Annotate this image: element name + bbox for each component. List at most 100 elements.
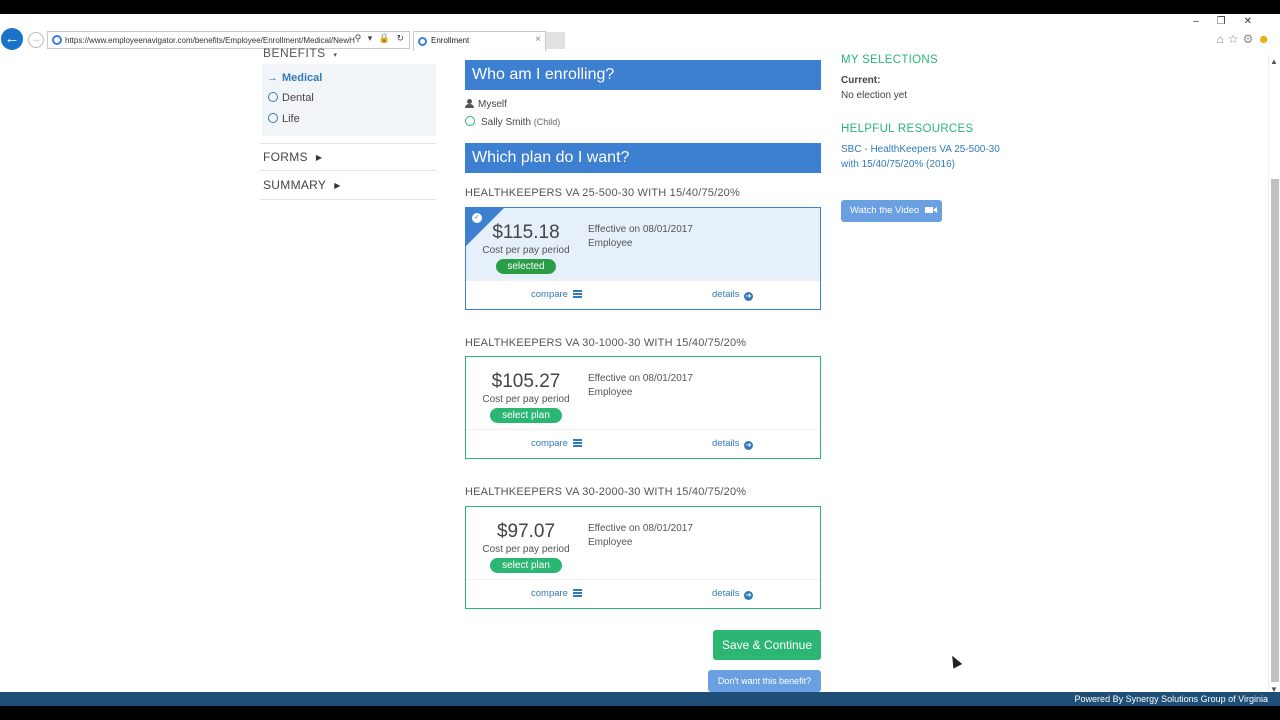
arrow-circle-right-icon: ➜ xyxy=(744,441,754,450)
watch-video-label: Watch the Video xyxy=(850,205,920,216)
circle-icon xyxy=(267,113,278,125)
caret-right-icon: ▶ xyxy=(315,153,323,162)
tab-favicon-icon xyxy=(418,37,427,46)
coverage-level: Employee xyxy=(588,238,633,249)
plan-card[interactable]: ✓ $115.18 Cost per pay period selected E… xyxy=(465,207,821,310)
details-label: details xyxy=(712,588,740,599)
plan-price: $115.18 xyxy=(492,222,560,243)
address-bar-icons[interactable]: ⚲ ▾ 🔒 ↻ xyxy=(355,33,406,44)
tab-close-icon[interactable]: × xyxy=(535,34,541,45)
dependent-option[interactable]: Sally Smith (Child) xyxy=(465,116,560,128)
browser-tab-enrollment[interactable]: Enrollment × xyxy=(413,31,546,51)
sidebar-item-label: Life xyxy=(282,113,300,125)
new-tab-button[interactable] xyxy=(546,32,565,49)
home-icon[interactable]: ⌂ xyxy=(1217,32,1228,46)
cost-period-label: Cost per pay period xyxy=(482,394,570,405)
plan-effective: Effective on 08/01/2017 Employee xyxy=(588,372,693,400)
settings-gear-icon[interactable]: ⚙ xyxy=(1243,32,1258,46)
sidebar-item-dental[interactable]: Dental xyxy=(267,92,314,104)
compare-link[interactable]: compare xyxy=(531,438,582,449)
plans-heading: Which plan do I want? xyxy=(465,143,821,173)
video-camera-icon xyxy=(925,207,938,213)
compare-link[interactable]: compare xyxy=(531,588,582,599)
myself-label: Myself xyxy=(478,99,507,110)
compare-label: compare xyxy=(531,438,568,449)
screen: ← → https://www.employeenavigator.com/be… xyxy=(0,14,1280,706)
arrow-circle-right-icon: ➜ xyxy=(744,591,754,600)
selected-badge[interactable]: selected xyxy=(496,259,556,274)
sidebar-item-forms[interactable]: FORMS ▶ xyxy=(263,150,322,164)
compare-link[interactable]: compare xyxy=(531,289,582,300)
sbc-document-link[interactable]: SBC - HealthKeepers VA 25-500-30 with 15… xyxy=(841,142,1011,172)
benefits-menu: → Medical Dental Life xyxy=(262,64,436,136)
back-arrow-icon[interactable]: ← xyxy=(1,28,23,50)
compare-label: compare xyxy=(531,289,568,300)
plan-name: HEALTHKEEPERS VA 25-500-30 WITH 15/40/75… xyxy=(465,187,740,199)
sidebar-item-summary[interactable]: SUMMARY ▶ xyxy=(263,178,341,192)
sidebar-item-medical[interactable]: → Medical xyxy=(267,72,322,84)
save-continue-button[interactable]: Save & Continue xyxy=(713,630,821,660)
helpful-resources-heading: HELPFUL RESOURCES xyxy=(841,123,974,135)
circle-icon xyxy=(267,92,278,104)
favorites-star-icon[interactable]: ☆ xyxy=(1228,32,1243,46)
window-close-icon[interactable]: ✕ xyxy=(1244,16,1270,27)
sidebar-item-label: Medical xyxy=(282,72,323,84)
restore-icon[interactable]: ❐ xyxy=(1217,16,1244,27)
person-icon xyxy=(465,99,474,108)
browser-chrome: ← → https://www.employeenavigator.com/be… xyxy=(0,14,1280,52)
watch-video-button[interactable]: Watch the Video xyxy=(841,200,942,222)
feedback-smiley-icon[interactable]: ☻ xyxy=(1257,32,1274,46)
coverage-level: Employee xyxy=(588,387,633,398)
forward-arrow-icon[interactable]: → xyxy=(28,32,44,48)
enrollee-myself: Myself xyxy=(465,99,507,110)
cost-period-label: Cost per pay period xyxy=(482,245,570,256)
details-label: details xyxy=(712,289,740,300)
mouse-cursor-icon xyxy=(947,653,963,669)
select-plan-button[interactable]: select plan xyxy=(490,558,562,573)
plan-price: $97.07 xyxy=(496,521,556,542)
compare-label: compare xyxy=(531,588,568,599)
effective-date: Effective on 08/01/2017 xyxy=(588,523,693,534)
browser-toolbar-icons: ⌂☆⚙☻ xyxy=(1217,32,1274,46)
cost-period-label: Cost per pay period xyxy=(482,544,570,555)
divider xyxy=(466,429,820,430)
arrow-circle-right-icon: ➜ xyxy=(744,292,754,301)
window-controls[interactable]: –❐✕ xyxy=(1193,16,1270,27)
details-link[interactable]: details ➜ xyxy=(712,438,754,450)
caret-down-icon: ▾ xyxy=(333,52,338,59)
benefits-section-label[interactable]: BENEFITS ▾ xyxy=(263,46,338,60)
minimize-icon[interactable]: – xyxy=(1193,16,1217,27)
decline-benefit-button[interactable]: Don't want this benefit? xyxy=(708,670,821,692)
tab-title: Enrollment xyxy=(431,36,470,45)
plan-price: $105.27 xyxy=(491,371,561,392)
divider xyxy=(260,199,436,200)
plan-effective: Effective on 08/01/2017 Employee xyxy=(588,223,693,251)
who-heading: Who am I enrolling? xyxy=(465,60,821,90)
footer: Powered By Synergy Solutions Group of Vi… xyxy=(0,692,1280,706)
radio-circle-icon[interactable] xyxy=(465,116,475,126)
address-bar[interactable]: https://www.employeenavigator.com/benefi… xyxy=(47,31,410,49)
plan-name: HEALTHKEEPERS VA 30-2000-30 WITH 15/40/7… xyxy=(465,486,747,498)
benefits-label: BENEFITS xyxy=(263,46,326,60)
vertical-scrollbar[interactable]: ▲ ▼ xyxy=(1268,54,1280,694)
divider xyxy=(466,280,820,281)
scrollbar-thumb[interactable] xyxy=(1271,179,1279,682)
coverage-level: Employee xyxy=(588,537,633,548)
scroll-up-icon[interactable]: ▲ xyxy=(1270,57,1278,66)
summary-label: SUMMARY xyxy=(263,178,327,192)
ie-favicon-icon xyxy=(52,35,62,45)
plan-effective: Effective on 08/01/2017 Employee xyxy=(588,522,693,550)
list-icon xyxy=(572,439,582,447)
caret-right-icon: ▶ xyxy=(334,181,341,190)
my-selections-heading: MY SELECTIONS xyxy=(841,54,938,66)
plan-card[interactable]: $97.07 Cost per pay period select plan E… xyxy=(465,506,821,609)
sidebar-item-label: Dental xyxy=(282,92,314,104)
dependent-relationship: (Child) xyxy=(533,117,561,127)
details-link[interactable]: details ➜ xyxy=(712,588,754,600)
details-link[interactable]: details ➜ xyxy=(712,289,754,301)
forms-label: FORMS xyxy=(263,150,308,164)
select-plan-button[interactable]: select plan xyxy=(490,408,562,423)
plan-card[interactable]: $105.27 Cost per pay period select plan … xyxy=(465,356,821,459)
sidebar-item-life[interactable]: Life xyxy=(267,113,300,125)
dependent-name: Sally Smith xyxy=(481,117,532,128)
